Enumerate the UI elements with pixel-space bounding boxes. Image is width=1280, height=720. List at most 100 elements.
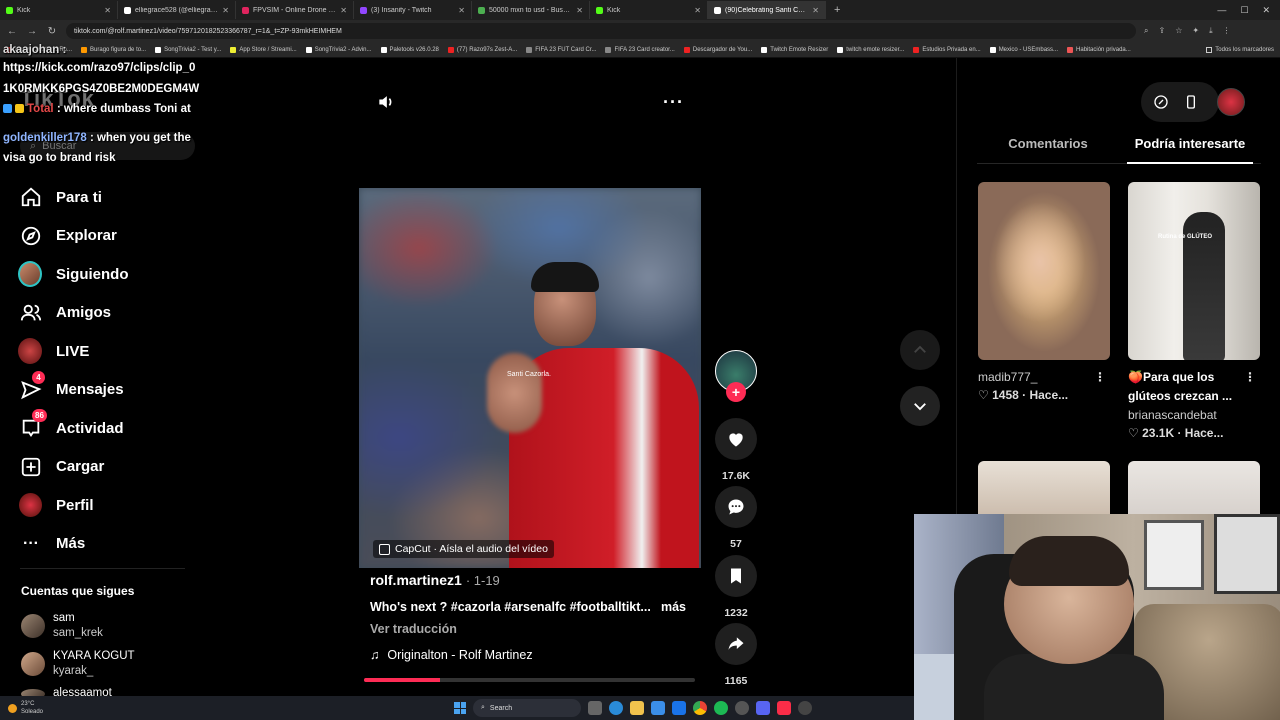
nav-item-amigos[interactable]: Amigos xyxy=(20,294,190,333)
spotify-icon[interactable] xyxy=(714,701,728,715)
browser-tab[interactable]: Kick ✕ xyxy=(590,1,708,19)
taskbar-search[interactable]: ⌕ Search xyxy=(473,699,581,717)
tab-close-icon[interactable]: ✕ xyxy=(694,6,701,15)
recommended-card[interactable] xyxy=(1128,461,1260,521)
video-thumbnail[interactable] xyxy=(1128,461,1260,521)
following-account[interactable]: KYARA KOGUT kyarak_ xyxy=(21,649,135,679)
video-author[interactable]: rolf.martinez1 xyxy=(370,572,462,588)
bookmark-item[interactable]: FIFA 23 FUT Card Cr... xyxy=(526,46,596,53)
tab-title: (3) Insanity - Twitch xyxy=(371,6,432,14)
more-link[interactable]: más xyxy=(661,600,686,614)
next-video-button[interactable] xyxy=(900,386,940,426)
windows-start-icon[interactable] xyxy=(454,702,466,714)
coin-icon[interactable] xyxy=(1153,94,1169,110)
bookmark-item[interactable]: Twitch Emote Resizer xyxy=(761,46,828,53)
menu-icon[interactable]: ⋮ xyxy=(1223,26,1231,36)
recommended-card[interactable] xyxy=(978,461,1110,521)
bookmark-item[interactable]: (77) Razo97s Zest-A... xyxy=(447,46,517,53)
app-icon[interactable] xyxy=(798,701,812,715)
obs-icon[interactable] xyxy=(735,701,749,715)
close-icon[interactable]: ✕ xyxy=(1262,5,1270,16)
mobile-icon[interactable] xyxy=(1183,94,1199,110)
home-icon xyxy=(20,186,42,208)
recommended-card[interactable]: madib777_ ⋮ ♡ 1458 · Hace... xyxy=(978,182,1110,404)
tab-favicon-icon xyxy=(714,6,721,14)
volume-icon[interactable] xyxy=(376,92,396,112)
nav-item-actividad[interactable]: 86 Actividad xyxy=(20,409,190,448)
tab-podria-interesarte[interactable]: Podría interesarte xyxy=(1119,130,1261,164)
card-username[interactable]: madib777_ xyxy=(978,368,1037,386)
card-options-icon[interactable]: ⋮ xyxy=(1244,368,1260,406)
nav-item-perfil[interactable]: Perfil xyxy=(19,486,190,525)
url-field[interactable]: tiktok.com/@rolf.martinez1/video/7597120… xyxy=(66,23,1136,39)
card-username[interactable]: brianascandebat xyxy=(1128,406,1260,424)
bookmark-item[interactable]: twitch emote resizer... xyxy=(837,46,904,53)
save-action[interactable]: 1232 xyxy=(715,555,757,619)
store-icon[interactable] xyxy=(651,701,665,715)
share-icon[interactable]: ⇪ xyxy=(1158,26,1165,36)
bookmark-item[interactable]: Descargador de You... xyxy=(683,46,752,53)
all-bookmarks[interactable]: Todos los marcadores xyxy=(1206,46,1274,53)
like-action[interactable]: 17.6K xyxy=(715,418,757,482)
minimize-icon[interactable]: — xyxy=(1217,5,1226,16)
bookmark-favicon-icon xyxy=(380,46,387,53)
tab-comentarios[interactable]: Comentarios xyxy=(977,130,1119,163)
nav-item-mas[interactable]: ··· Más xyxy=(20,525,190,564)
nav-item-explorar[interactable]: Explorar xyxy=(20,217,190,256)
edge-icon[interactable] xyxy=(609,701,623,715)
more-options-icon[interactable]: ··· xyxy=(663,93,684,111)
card-title[interactable]: 🍑Para que los glúteos crezcan ... xyxy=(1128,368,1244,406)
video-progress-bar[interactable] xyxy=(364,678,695,682)
bookmark-item[interactable]: Habitación privada... xyxy=(1067,46,1131,53)
tab-close-icon[interactable]: ✕ xyxy=(812,6,819,15)
card-options-icon[interactable]: ⋮ xyxy=(1094,368,1110,386)
video-thumbnail[interactable] xyxy=(978,182,1110,360)
user-avatar[interactable] xyxy=(1217,88,1245,116)
bookmark-item[interactable]: Mexico - USEmbass... xyxy=(989,46,1058,53)
bookmark-item[interactable]: Estudios Privada en... xyxy=(913,46,981,53)
zoom-icon[interactable]: ⌕ xyxy=(1144,26,1148,36)
tab-close-icon[interactable]: ✕ xyxy=(340,6,347,15)
capcut-badge[interactable]: CapCut · Aísla el audio del vídeo xyxy=(373,540,554,558)
nav-item-cargar[interactable]: Cargar xyxy=(20,448,190,487)
weather-widget[interactable]: 23°C Soleado xyxy=(0,700,43,716)
music-title[interactable]: Originalton - Rolf Martinez xyxy=(387,648,532,662)
browser-tab[interactable]: 50000 mxn to usd - Buscar con✕ xyxy=(472,1,590,19)
downloads-icon[interactable]: ⤓ xyxy=(1209,26,1213,36)
bookmark-item[interactable]: Paletools v26.0.28 xyxy=(380,46,439,53)
browser-tab[interactable]: (3) Insanity - Twitch ✕ xyxy=(354,1,472,19)
discord-icon[interactable] xyxy=(756,701,770,715)
nav-item-mensajes[interactable]: 4 Mensajes xyxy=(20,370,190,410)
following-account[interactable]: sam sam_krek xyxy=(21,611,103,641)
task-view-icon[interactable] xyxy=(588,701,602,715)
new-tab-button[interactable]: + xyxy=(826,4,848,16)
maximize-icon[interactable]: ☐ xyxy=(1240,5,1248,16)
browser-tab[interactable]: FPVSIM - Online Drone Simulator ✕ xyxy=(236,1,354,19)
follow-plus-icon[interactable]: + xyxy=(726,382,746,402)
bookmark-item[interactable]: FIFA 23 Card creator... xyxy=(605,46,675,53)
tab-close-icon[interactable]: ✕ xyxy=(458,6,465,15)
video-player[interactable]: Santi Cazorla. CapCut · Aísla el audio d… xyxy=(359,188,701,568)
nav-item-siguiendo[interactable]: Siguiendo xyxy=(18,255,190,294)
recommended-card[interactable]: Rutina de GLÚTEO 🍑Para que los glúteos c… xyxy=(1128,182,1260,442)
tab-close-icon[interactable]: ✕ xyxy=(576,6,583,15)
translate-link[interactable]: Ver traducción xyxy=(370,622,700,636)
avatar xyxy=(21,614,45,638)
tab-close-icon[interactable]: ✕ xyxy=(222,6,229,15)
chrome-icon[interactable] xyxy=(693,701,707,715)
extensions-icon[interactable]: ✦ xyxy=(1192,26,1199,36)
previous-video-button[interactable] xyxy=(900,330,940,370)
music-app-icon[interactable] xyxy=(777,701,791,715)
star-icon[interactable]: ☆ xyxy=(1175,26,1182,36)
comment-action[interactable]: 57 xyxy=(715,486,757,550)
share-action[interactable]: 1165 xyxy=(715,623,757,687)
file-explorer-icon[interactable] xyxy=(630,701,644,715)
video-thumbnail[interactable]: Rutina de GLÚTEO xyxy=(1128,182,1260,360)
bookmark-item[interactable]: SongTrivia2 - Advin... xyxy=(305,46,372,53)
browser-tab[interactable]: (90)Celebrating Santi Cazo ✕ xyxy=(708,1,826,19)
bookmark-item[interactable]: App Store / Streami... xyxy=(230,46,297,53)
video-thumbnail[interactable] xyxy=(978,461,1110,521)
mail-icon[interactable] xyxy=(672,701,686,715)
nav-item-para-ti[interactable]: Para ti xyxy=(20,178,190,217)
nav-item-live[interactable]: LIVE xyxy=(18,332,190,371)
